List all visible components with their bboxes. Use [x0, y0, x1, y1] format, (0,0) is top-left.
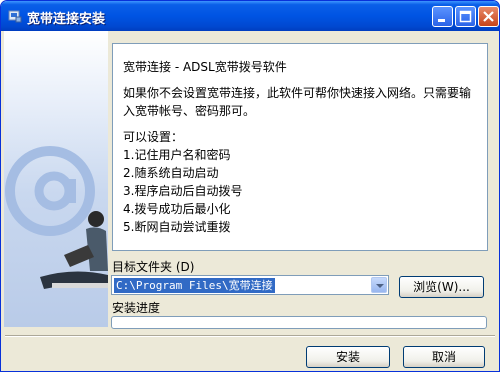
install-progress-bar: [111, 316, 487, 329]
installer-window: 宽带连接安装 宽带连接 - ADSL宽带拨号软件 如果你不会设置宽带连接，此软件…: [0, 0, 500, 372]
illustration: [5, 146, 108, 289]
maximize-icon: [459, 10, 472, 23]
minimize-button[interactable]: [432, 6, 453, 27]
divider: [5, 335, 495, 337]
info-heading: 宽带连接 - ADSL宽带拨号软件: [123, 60, 287, 74]
target-folder-combobox[interactable]: C:\Program Files\宽带连接: [111, 275, 389, 295]
install-button[interactable]: 安装: [306, 346, 390, 368]
sidebar-illustration: [4, 31, 108, 327]
target-folder-value[interactable]: C:\Program Files\宽带连接: [114, 278, 275, 293]
at-sign-icon: [5, 146, 95, 236]
close-button[interactable]: [478, 6, 499, 27]
maximize-button[interactable]: [455, 6, 476, 27]
progress-label: 安装进度: [112, 301, 161, 315]
setup-icon: [8, 10, 22, 23]
title-bar[interactable]: 宽带连接安装: [1, 1, 499, 31]
minimize-icon: [438, 19, 445, 22]
window-title: 宽带连接安装: [27, 12, 106, 27]
close-icon: [483, 11, 494, 22]
cancel-button[interactable]: 取消: [403, 346, 485, 368]
features-title: 可以设置：: [123, 130, 184, 144]
feature-item: 4.拨号成功后最小化: [123, 202, 231, 216]
info-description: 如果你不会设置宽带连接，此软件可帮你快速接入网络。只需要输入宽带帐号、密码那可。: [123, 86, 472, 118]
browse-button[interactable]: 浏览(W)...: [399, 276, 484, 298]
info-panel: 宽带连接 - ADSL宽带拨号软件 如果你不会设置宽带连接，此软件可帮你快速接入…: [112, 43, 488, 251]
feature-item: 2.随系统自动启动: [123, 166, 219, 180]
feature-item: 3.程序启动后自动拨号: [123, 184, 243, 198]
target-folder-label: 目标文件夹 (D): [112, 260, 195, 274]
feature-item: 5.断网自动尝试重拨: [123, 220, 231, 234]
feature-item: 1.记住用户名和密码: [123, 148, 231, 162]
dropdown-arrow-icon[interactable]: [371, 277, 387, 293]
